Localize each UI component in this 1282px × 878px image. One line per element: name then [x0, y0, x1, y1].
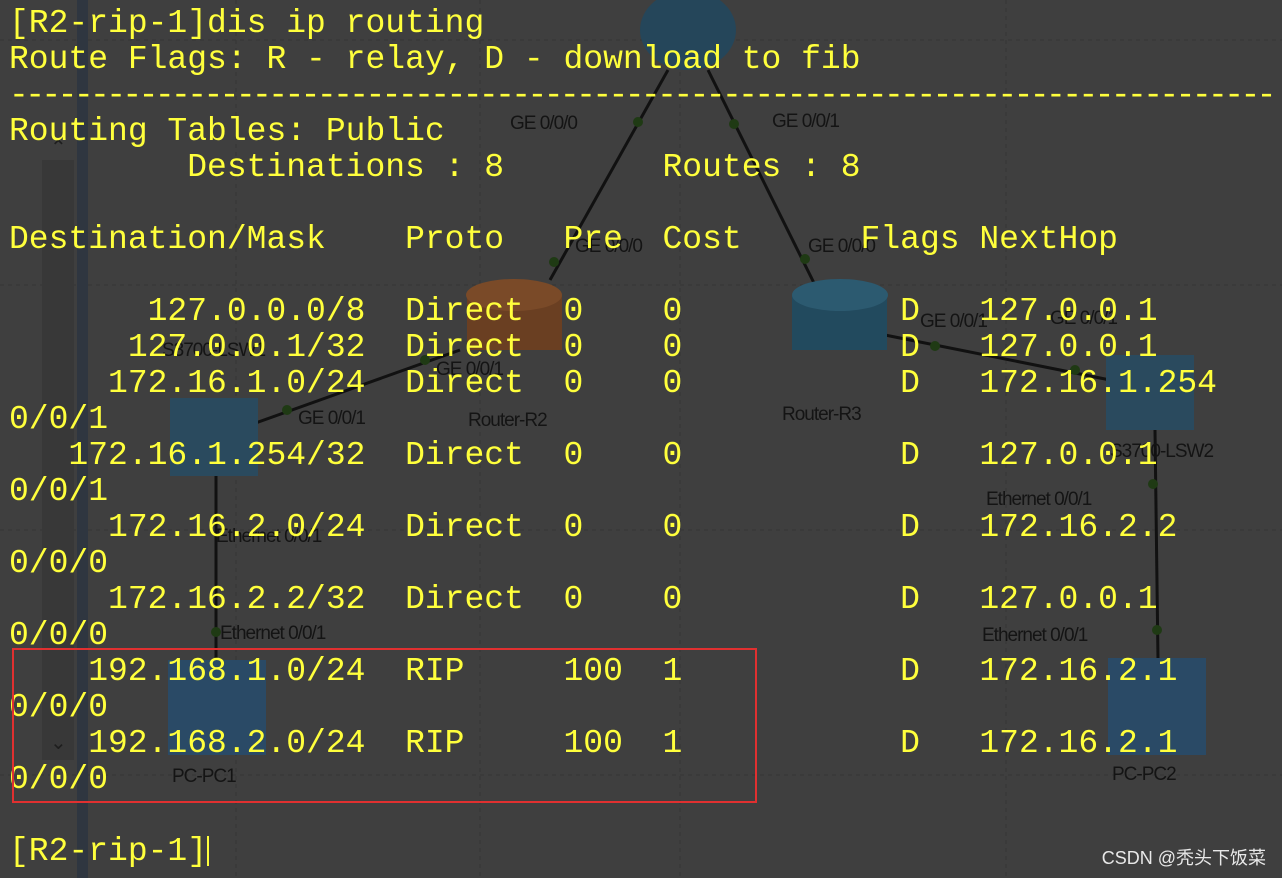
route-pre: 0 [563, 329, 584, 366]
route-nexthop: 127.0.0.1 [979, 329, 1158, 366]
header-nexthop: NextHop [979, 221, 1118, 258]
route-row: 172.16.2.0/24 Direct 0 0 D 172.16.2.2 [9, 510, 1249, 546]
route-flags: D [900, 437, 920, 474]
route-flags: D [900, 581, 920, 618]
route-interface-wrap: 0/0/1 [9, 401, 109, 438]
route-cost: 0 [662, 581, 683, 618]
route-row: 172.16.2.2/32 Direct 0 0 D 127.0.0.1 [9, 582, 1249, 618]
label-pc2-name: PC-PC2 [1112, 764, 1176, 785]
route-row: 172.16.1.0/24 Direct 0 0 D 172.16.1.254 [9, 366, 1249, 402]
route-nexthop: 127.0.0.1 [979, 437, 1158, 474]
route-flags: D [900, 509, 920, 546]
route-proto: Direct [405, 437, 524, 474]
route-cost: 0 [662, 365, 683, 402]
route-destination: 127.0.0.1/32 [127, 329, 366, 366]
route-pre: 0 [563, 437, 584, 474]
label-pc1-eth: Ethernet 0/0/1 [220, 623, 326, 644]
route-nexthop: 172.16.2.1 [979, 725, 1178, 762]
route-cost: 0 [662, 509, 683, 546]
route-flags: D [900, 365, 920, 402]
route-cost: 0 [662, 293, 683, 330]
route-destination: 172.16.1.0/24 [108, 365, 366, 402]
route-nexthop: 127.0.0.1 [979, 293, 1158, 330]
route-destination: 172.16.2.0/24 [108, 509, 366, 546]
destinations-count: Destinations : 8 [187, 149, 505, 186]
label-r1-ge000: GE 0/0/0 [510, 113, 577, 134]
route-flags: D [900, 725, 920, 762]
route-proto: Direct [405, 365, 524, 402]
table-title: Routing Tables: Public [9, 113, 445, 150]
label-sw1-ge001: GE 0/0/1 [298, 408, 365, 429]
route-proto: Direct [405, 293, 524, 330]
route-destination: 127.0.0.0/8 [147, 293, 366, 330]
text-cursor [207, 836, 210, 867]
rip-routes-highlight-box [12, 648, 757, 803]
route-row: 172.16.1.254/32 Direct 0 0 D 127.0.0.1 [9, 438, 1249, 474]
label-pc2-eth: Ethernet 0/0/1 [982, 625, 1088, 646]
separator-line: ----------------------------------------… [9, 77, 1276, 114]
header-proto: Proto [405, 221, 505, 258]
route-cost: 0 [662, 437, 683, 474]
route-flags: D [900, 653, 920, 690]
route-interface-wrap: 0/0/1 [9, 473, 109, 510]
route-interface-wrap: 0/0/0 [9, 545, 109, 582]
label-sw2-eth: Ethernet 0/0/1 [986, 489, 1092, 510]
label-r1-ge001: GE 0/0/1 [772, 111, 839, 132]
route-row: 127.0.0.1/32 Direct 0 0 D 127.0.0.1 [9, 330, 1249, 366]
route-nexthop: 172.16.1.254 [979, 365, 1217, 402]
header-pre: Pre [563, 221, 623, 258]
route-cost: 0 [662, 329, 683, 366]
route-row: 127.0.0.0/8 Direct 0 0 D 127.0.0.1 [9, 294, 1249, 330]
route-nexthop: 172.16.2.2 [979, 509, 1178, 546]
route-destination: 172.16.1.254/32 [68, 437, 366, 474]
header-flags: Flags [860, 221, 960, 258]
prompt: [R2-rip-1] [9, 833, 208, 870]
route-nexthop: 127.0.0.1 [979, 581, 1158, 618]
route-pre: 0 [563, 581, 584, 618]
route-proto: Direct [405, 509, 524, 546]
watermark: CSDN @秃头下饭菜 [1101, 848, 1266, 868]
route-flags: D [900, 329, 920, 366]
route-destination: 172.16.2.2/32 [108, 581, 366, 618]
route-nexthop: 172.16.2.1 [979, 653, 1178, 690]
route-flags: D [900, 293, 920, 330]
routes-count: Routes : 8 [662, 149, 861, 186]
label-r3-name: Router-R3 [782, 404, 861, 425]
route-flags-line: Route Flags: R - relay, D - download to … [9, 41, 861, 78]
route-pre: 0 [563, 365, 584, 402]
route-pre: 0 [563, 509, 584, 546]
route-proto: Direct [405, 329, 524, 366]
header-cost: Cost [662, 221, 742, 258]
table-header: Destination/Mask Proto Pre Cost Flags Ne… [9, 222, 1209, 258]
prompt-line[interactable]: [R2-rip-1] [9, 833, 210, 870]
route-pre: 0 [563, 293, 584, 330]
command-line: [R2-rip-1]dis ip routing [9, 5, 485, 42]
header-destination: Destination/Mask [9, 221, 326, 258]
route-proto: Direct [405, 581, 524, 618]
label-r2-name: Router-R2 [468, 410, 547, 431]
